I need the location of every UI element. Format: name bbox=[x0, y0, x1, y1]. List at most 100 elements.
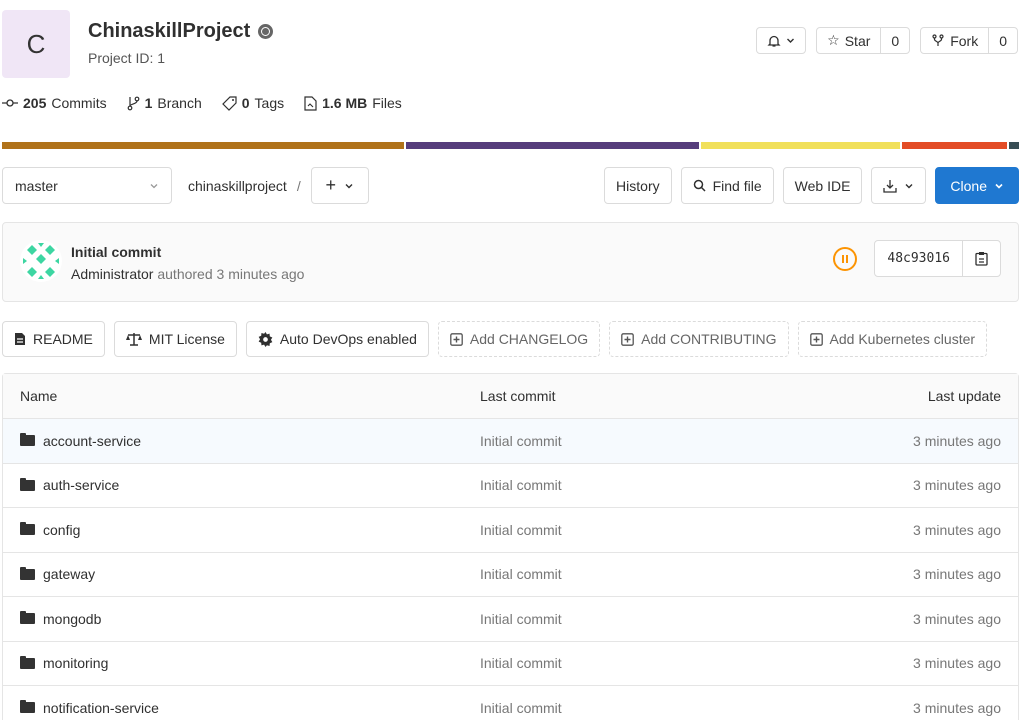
tag-icon bbox=[221, 95, 237, 111]
file-text-icon bbox=[15, 333, 25, 345]
last-update-cell: 3 minutes ago bbox=[913, 432, 1001, 449]
fork-count[interactable]: 0 bbox=[988, 28, 1017, 53]
add-contributing-button[interactable]: Add CONTRIBUTING bbox=[609, 321, 789, 357]
commit-author[interactable]: Administrator bbox=[71, 266, 153, 282]
commits-link[interactable]: 205 Commits bbox=[2, 95, 107, 111]
project-stats: 205 Commits 1 Branch 0 Tags 1.6 MB Files bbox=[2, 95, 402, 111]
project-avatar-letter: C bbox=[26, 28, 46, 59]
folder-name[interactable]: notification-service bbox=[43, 700, 159, 716]
last-commit-cell[interactable]: Initial commit bbox=[463, 477, 763, 493]
find-file-button[interactable]: Find file bbox=[680, 167, 774, 204]
header-actions: ☆ Star 0 Fork 0 bbox=[756, 27, 1018, 54]
copy-sha-button[interactable] bbox=[962, 241, 1000, 276]
folder-icon bbox=[20, 655, 35, 669]
tags-link[interactable]: 0 Tags bbox=[221, 95, 284, 111]
folder-icon bbox=[20, 477, 35, 491]
last-commit-panel: Initial commit Administrator authored 3 … bbox=[2, 222, 1019, 302]
last-update-cell: 3 minutes ago bbox=[913, 566, 1001, 583]
file-name-cell[interactable]: config bbox=[3, 522, 463, 538]
fork-button[interactable]: Fork bbox=[921, 28, 988, 53]
repository-language-bar bbox=[2, 142, 1019, 149]
language-bar-segment[interactable] bbox=[2, 142, 404, 149]
star-count[interactable]: 0 bbox=[880, 28, 909, 53]
pipeline-paused-icon[interactable] bbox=[833, 247, 857, 271]
last-update-cell: 3 minutes ago bbox=[913, 521, 1001, 538]
project-id: Project ID: 1 bbox=[88, 50, 166, 66]
folder-name[interactable]: auth-service bbox=[43, 477, 119, 493]
last-commit-cell[interactable]: Initial commit bbox=[463, 566, 763, 582]
add-kubernetes-label: Add Kubernetes cluster bbox=[829, 331, 976, 347]
folder-name[interactable]: mongodb bbox=[43, 611, 101, 627]
table-row[interactable]: auth-service Initial commit 3 minutes ago bbox=[3, 462, 1018, 508]
commit-sha-group: 48c93016 bbox=[874, 240, 1001, 277]
breadcrumb-separator: / bbox=[296, 177, 301, 194]
commit-author-line: Administrator authored 3 minutes ago bbox=[71, 266, 304, 282]
table-row[interactable]: gateway Initial commit 3 minutes ago bbox=[3, 551, 1018, 597]
star-label: Star bbox=[844, 32, 871, 49]
readme-button[interactable]: README bbox=[2, 321, 105, 357]
file-name-cell[interactable]: monitoring bbox=[3, 655, 463, 671]
file-name-cell[interactable]: mongodb bbox=[3, 611, 463, 627]
auto-devops-label: Auto DevOps enabled bbox=[279, 331, 417, 347]
language-bar-segment[interactable] bbox=[701, 142, 900, 149]
fork-icon bbox=[932, 33, 944, 46]
download-dropdown[interactable] bbox=[871, 167, 927, 204]
download-icon bbox=[883, 179, 898, 193]
add-changelog-button[interactable]: Add CHANGELOG bbox=[437, 321, 601, 357]
chevron-down-icon bbox=[905, 183, 913, 188]
fork-button-group: Fork 0 bbox=[920, 27, 1018, 54]
last-commit-cell[interactable]: Initial commit bbox=[463, 522, 763, 538]
auto-devops-button[interactable]: Auto DevOps enabled bbox=[245, 321, 429, 357]
language-bar-segment[interactable] bbox=[901, 142, 1007, 149]
star-button-group: ☆ Star 0 bbox=[816, 27, 911, 54]
file-name-cell[interactable]: auth-service bbox=[3, 477, 463, 493]
table-row[interactable]: config Initial commit 3 minutes ago bbox=[3, 507, 1018, 552]
branch-icon bbox=[127, 96, 139, 110]
star-button[interactable]: ☆ Star bbox=[817, 28, 880, 53]
author-avatar[interactable] bbox=[20, 240, 62, 282]
web-ide-button[interactable]: Web IDE bbox=[782, 167, 863, 204]
commit-authored-time: authored 3 minutes ago bbox=[157, 266, 305, 282]
breadcrumb-root[interactable]: chinaskillproject bbox=[188, 178, 287, 194]
table-row[interactable]: notification-service Initial commit 3 minu… bbox=[3, 685, 1018, 720]
files-link[interactable]: 1.6 MB Files bbox=[304, 95, 402, 111]
clipboard-icon bbox=[975, 252, 988, 266]
last-commit-cell[interactable]: Initial commit bbox=[463, 611, 763, 627]
commit-sha[interactable]: 48c93016 bbox=[875, 241, 962, 276]
commit-icon bbox=[2, 99, 18, 107]
table-row[interactable]: mongodb Initial commit 3 minutes ago bbox=[3, 596, 1018, 641]
file-name-cell[interactable]: account-service bbox=[3, 433, 463, 449]
folder-name[interactable]: account-service bbox=[43, 433, 141, 449]
chevron-down-icon bbox=[787, 38, 795, 43]
last-commit-cell[interactable]: Initial commit bbox=[463, 433, 763, 449]
language-bar-segment[interactable] bbox=[405, 142, 700, 149]
last-commit-cell[interactable]: Initial commit bbox=[463, 655, 763, 671]
language-bar-segment[interactable] bbox=[1008, 142, 1019, 149]
breadcrumb: chinaskillproject / + bbox=[188, 167, 369, 204]
folder-name[interactable]: config bbox=[43, 522, 80, 538]
last-commit-cell[interactable]: Initial commit bbox=[463, 700, 763, 716]
add-kubernetes-button[interactable]: Add Kubernetes cluster bbox=[797, 321, 988, 357]
chevron-down-icon bbox=[150, 183, 158, 188]
history-button[interactable]: History bbox=[604, 167, 672, 204]
branch-selector[interactable]: master bbox=[2, 167, 172, 204]
folder-icon bbox=[20, 611, 35, 625]
file-icon bbox=[304, 95, 317, 111]
notification-dropdown[interactable] bbox=[756, 27, 807, 54]
readme-label: README bbox=[33, 331, 93, 347]
table-row[interactable]: monitoring Initial commit 3 minutes ago bbox=[3, 640, 1018, 686]
project-name[interactable]: ChinaskillProject bbox=[88, 20, 250, 43]
branches-link[interactable]: 1 Branch bbox=[127, 95, 202, 111]
folder-icon bbox=[20, 433, 35, 447]
folder-icon bbox=[20, 522, 35, 536]
table-row[interactable]: account-service Initial commit 3 minutes a… bbox=[3, 418, 1018, 463]
license-button[interactable]: MIT License bbox=[113, 321, 237, 357]
add-to-tree-button[interactable]: + bbox=[310, 167, 369, 204]
commit-title[interactable]: Initial commit bbox=[71, 244, 161, 260]
clone-dropdown[interactable]: Clone bbox=[935, 167, 1019, 204]
fork-label: Fork bbox=[950, 32, 979, 49]
folder-name[interactable]: monitoring bbox=[43, 655, 108, 671]
file-name-cell[interactable]: gateway bbox=[3, 566, 463, 582]
file-name-cell[interactable]: notification-service bbox=[3, 700, 463, 716]
folder-name[interactable]: gateway bbox=[43, 566, 95, 582]
